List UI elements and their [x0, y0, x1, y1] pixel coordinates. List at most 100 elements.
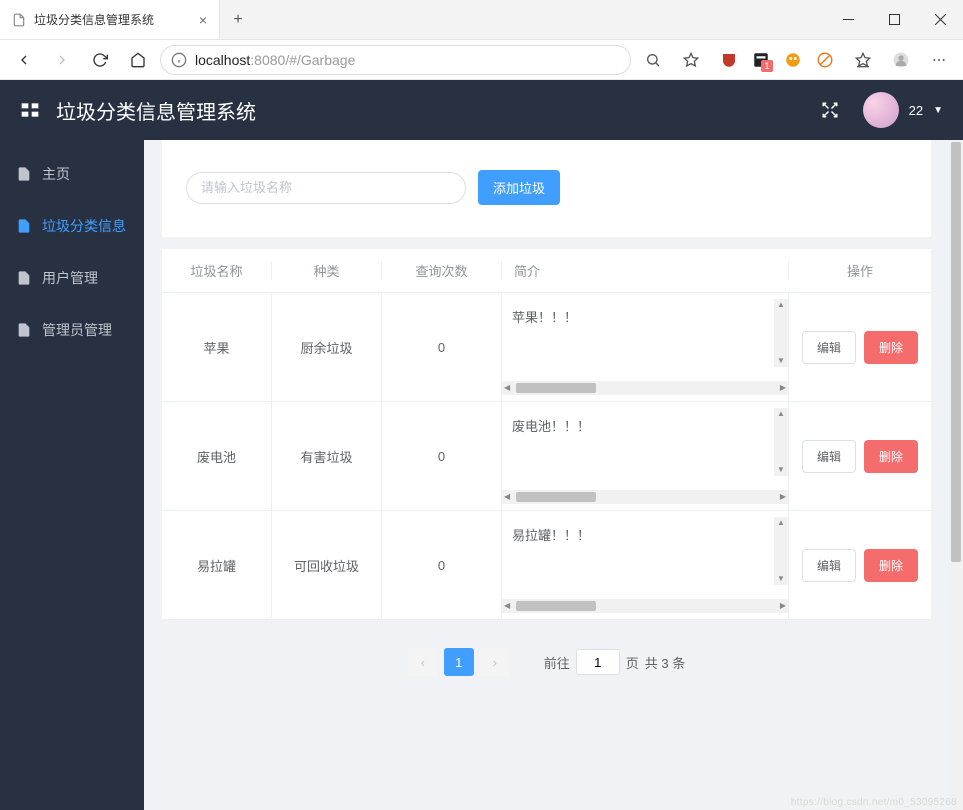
edit-button[interactable]: 编辑: [802, 440, 856, 473]
avatar: [863, 92, 899, 128]
window-maximize-button[interactable]: [871, 0, 917, 39]
cell-count: 0: [382, 511, 502, 619]
cell-ops: 编辑删除: [789, 511, 931, 619]
cell-ops: 编辑删除: [789, 293, 931, 401]
cell-kind: 有害垃圾: [272, 402, 382, 510]
table-header: 垃圾名称 种类 查询次数 简介 操作: [162, 249, 931, 293]
cell-name: 苹果: [162, 293, 272, 401]
sidebar-item-admins[interactable]: 管理员管理: [0, 304, 144, 356]
watermark: https://blog.csdn.net/m0_53095268: [791, 797, 957, 808]
extension-icons: 1: [713, 50, 841, 70]
browser-url-bar: localhost:8080/#/Garbage 1: [0, 40, 963, 80]
desc-scrollbar-vertical[interactable]: ▲▼: [774, 408, 788, 476]
back-button[interactable]: [8, 44, 40, 76]
profile-icon[interactable]: [885, 44, 917, 76]
th-ops: 操作: [789, 261, 931, 280]
desc-textarea[interactable]: 易拉罐！！！▲▼: [502, 517, 788, 599]
favorites-list-icon[interactable]: [847, 44, 879, 76]
browser-tab[interactable]: 垃圾分类信息管理系统 ×: [0, 0, 220, 39]
delete-button[interactable]: 删除: [864, 331, 918, 364]
page-jump: 前往 页 共 3 条: [544, 649, 686, 675]
favorite-icon[interactable]: [675, 44, 707, 76]
app-body: 主页 垃圾分类信息 用户管理 管理员管理 添加垃圾 垃圾名称 种类: [0, 140, 963, 810]
site-info-icon[interactable]: [171, 52, 187, 68]
cell-kind: 厨余垃圾: [272, 293, 382, 401]
page-icon: [12, 13, 26, 27]
search-panel: 添加垃圾: [162, 140, 931, 237]
window-close-button[interactable]: [917, 0, 963, 39]
add-garbage-button[interactable]: 添加垃圾: [478, 170, 560, 205]
browser-tab-strip: 垃圾分类信息管理系统 × +: [0, 0, 963, 40]
search-input[interactable]: [186, 172, 466, 204]
address-bar[interactable]: localhost:8080/#/Garbage: [160, 45, 631, 75]
cell-name: 易拉罐: [162, 511, 272, 619]
desc-scrollbar-vertical[interactable]: ▲▼: [774, 299, 788, 367]
sidebar-item-users[interactable]: 用户管理: [0, 252, 144, 304]
app-title: 垃圾分类信息管理系统: [56, 96, 256, 125]
extension-badge: 1: [761, 60, 773, 72]
delete-button[interactable]: 删除: [864, 549, 918, 582]
sidebar-item-label: 主页: [42, 164, 70, 184]
window-minimize-button[interactable]: [825, 0, 871, 39]
desc-scrollbar-horizontal[interactable]: ◀▶: [502, 490, 788, 504]
extension-icon-4[interactable]: [815, 50, 835, 70]
window-controls: [825, 0, 963, 39]
tab-title: 垃圾分类信息管理系统: [34, 11, 191, 28]
url-text: localhost:8080/#/Garbage: [195, 52, 355, 68]
menu-toggle-icon[interactable]: [20, 100, 40, 120]
tab-close-icon[interactable]: ×: [199, 12, 207, 28]
home-button[interactable]: [122, 44, 154, 76]
app-header: 垃圾分类信息管理系统 22 ▼: [0, 80, 963, 140]
extension-icon-3[interactable]: [783, 50, 803, 70]
cell-desc: 废电池！！！▲▼◀▶: [502, 402, 789, 510]
search-in-page-icon[interactable]: [637, 44, 669, 76]
desc-textarea[interactable]: 废电池！！！▲▼: [502, 408, 788, 490]
table-row: 易拉罐可回收垃圾0易拉罐！！！▲▼◀▶编辑删除: [162, 511, 931, 620]
cell-kind: 可回收垃圾: [272, 511, 382, 619]
sidebar: 主页 垃圾分类信息 用户管理 管理员管理: [0, 140, 144, 810]
page-jump-suffix: 页: [626, 653, 639, 672]
cell-name: 废电池: [162, 402, 272, 510]
new-tab-button[interactable]: +: [220, 0, 256, 39]
cell-count: 0: [382, 402, 502, 510]
desc-scrollbar-vertical[interactable]: ▲▼: [774, 517, 788, 585]
th-name: 垃圾名称: [162, 261, 272, 280]
garbage-table: 垃圾名称 种类 查询次数 简介 操作 苹果厨余垃圾0苹果！！！▲▼◀▶编辑删除废…: [162, 249, 931, 620]
desc-scrollbar-horizontal[interactable]: ◀▶: [502, 381, 788, 395]
refresh-button[interactable]: [84, 44, 116, 76]
sidebar-item-garbage[interactable]: 垃圾分类信息: [0, 200, 144, 252]
main-scrollbar[interactable]: [949, 140, 963, 810]
page-jump-prefix: 前往: [544, 653, 570, 672]
main-content: 添加垃圾 垃圾名称 种类 查询次数 简介 操作 苹果厨余垃圾0苹果！！！▲▼◀▶…: [144, 140, 963, 810]
ublock-icon[interactable]: [719, 50, 739, 70]
cell-desc: 苹果！！！▲▼◀▶: [502, 293, 789, 401]
page-next-button[interactable]: ›: [480, 648, 510, 676]
page-jump-input[interactable]: [576, 649, 620, 675]
user-dropdown[interactable]: 22 ▼: [863, 92, 943, 128]
sidebar-item-label: 垃圾分类信息: [42, 216, 126, 236]
sidebar-item-home[interactable]: 主页: [0, 148, 144, 200]
edit-button[interactable]: 编辑: [802, 331, 856, 364]
cell-count: 0: [382, 293, 502, 401]
extension-icon-2[interactable]: 1: [751, 50, 771, 70]
desc-textarea[interactable]: 苹果！！！▲▼: [502, 299, 788, 381]
fullscreen-icon[interactable]: [821, 101, 839, 119]
forward-button[interactable]: [46, 44, 78, 76]
table-row: 苹果厨余垃圾0苹果！！！▲▼◀▶编辑删除: [162, 293, 931, 402]
th-count: 查询次数: [382, 261, 502, 280]
desc-scrollbar-horizontal[interactable]: ◀▶: [502, 599, 788, 613]
th-desc: 简介: [502, 261, 789, 280]
cell-ops: 编辑删除: [789, 402, 931, 510]
delete-button[interactable]: 删除: [864, 440, 918, 473]
page-number-button[interactable]: 1: [444, 648, 474, 676]
sidebar-item-label: 用户管理: [42, 268, 98, 288]
th-kind: 种类: [272, 261, 382, 280]
pagination: ‹ 1 › 前往 页 共 3 条: [144, 620, 949, 688]
page-total: 共 3 条: [645, 653, 685, 672]
chevron-down-icon: ▼: [933, 105, 943, 116]
more-menu-icon[interactable]: [923, 44, 955, 76]
user-label: 22: [909, 103, 923, 118]
page-prev-button[interactable]: ‹: [408, 648, 438, 676]
sidebar-item-label: 管理员管理: [42, 320, 112, 340]
edit-button[interactable]: 编辑: [802, 549, 856, 582]
